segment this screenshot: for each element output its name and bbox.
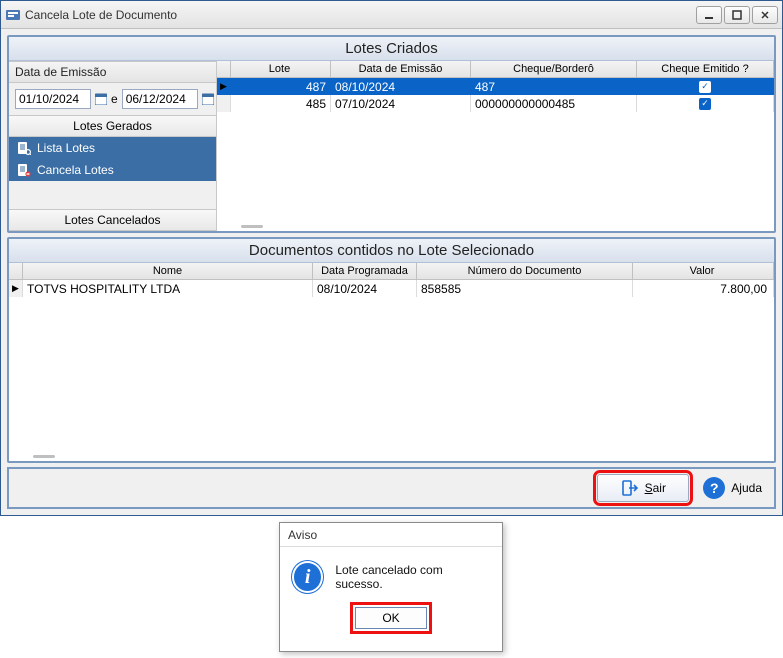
cell-numero: 858585 xyxy=(417,280,633,297)
cell-data: 08/10/2024 xyxy=(331,78,471,95)
exit-button[interactable]: Sair xyxy=(597,474,689,502)
date-range: e xyxy=(9,83,216,115)
exit-label: air xyxy=(653,481,666,495)
sidebar: Data de Emissão e Lotes Gerados xyxy=(9,61,217,231)
cell-lote: 487 xyxy=(231,78,331,95)
date-separator: e xyxy=(111,92,118,106)
main-window: Cancela Lote de Documento Lotes Criados … xyxy=(0,0,783,516)
dialog-title: Aviso xyxy=(280,523,502,547)
action-list-lotes[interactable]: Lista Lotes xyxy=(9,137,216,159)
cell-valor: 7.800,00 xyxy=(633,280,774,297)
date-from-input[interactable] xyxy=(15,89,91,109)
help-icon: ? xyxy=(703,477,725,499)
action-cancel-label: Cancela Lotes xyxy=(37,163,114,177)
lotes-grid-body[interactable]: 487 08/10/2024 487 ✓ 485 07/10/2024 0000… xyxy=(217,78,774,221)
close-button[interactable] xyxy=(752,6,778,24)
splitter-handle[interactable] xyxy=(9,451,774,461)
lotes-panel-title: Lotes Criados xyxy=(9,37,774,61)
cell-data-prog: 08/10/2024 xyxy=(313,280,417,297)
cell-lote: 485 xyxy=(231,95,331,112)
cell-nome: TOTVS HOSPITALITY LTDA xyxy=(23,280,313,297)
lotes-grid: Lote Data de Emissão Cheque/Borderô Cheq… xyxy=(217,61,774,231)
aviso-dialog: Aviso i Lote cancelado com sucesso. OK xyxy=(279,522,503,652)
documentos-panel: Documentos contidos no Lote Selecionado … xyxy=(7,237,776,463)
section-canceled[interactable]: Lotes Cancelados xyxy=(9,209,216,231)
calendar-icon[interactable] xyxy=(95,90,107,108)
col-numero[interactable]: Número do Documento xyxy=(417,263,633,279)
col-valor[interactable]: Valor xyxy=(633,263,774,279)
side-actions: Lista Lotes Cancela Lotes xyxy=(9,137,216,181)
table-row[interactable]: TOTVS HOSPITALITY LTDA 08/10/2024 858585… xyxy=(9,280,774,297)
calendar-icon[interactable] xyxy=(202,90,214,108)
cell-cheque: 000000000000485 xyxy=(471,95,637,112)
splitter-handle[interactable] xyxy=(217,221,774,231)
titlebar: Cancela Lote de Documento xyxy=(1,1,782,29)
check-icon: ✓ xyxy=(699,81,711,93)
cell-cheque: 487 xyxy=(471,78,637,95)
minimize-button[interactable] xyxy=(696,6,722,24)
table-row[interactable]: 485 07/10/2024 000000000000485 ✓ xyxy=(217,95,774,112)
check-icon: ✓ xyxy=(699,98,711,110)
client-area: Lotes Criados Data de Emissão e xyxy=(1,29,782,515)
col-nome[interactable]: Nome xyxy=(23,263,313,279)
lotes-grid-header: Lote Data de Emissão Cheque/Borderô Cheq… xyxy=(217,61,774,78)
cell-data: 07/10/2024 xyxy=(331,95,471,112)
list-icon xyxy=(17,141,31,155)
cell-emitido: ✓ xyxy=(637,78,774,95)
footer-bar: Sair ? Ajuda xyxy=(7,467,776,509)
col-emitido[interactable]: Cheque Emitido ? xyxy=(637,61,774,77)
cell-emitido: ✓ xyxy=(637,95,774,112)
maximize-button[interactable] xyxy=(724,6,750,24)
col-lote[interactable]: Lote xyxy=(231,61,331,77)
action-cancel-lotes[interactable]: Cancela Lotes xyxy=(9,159,216,181)
table-row[interactable]: 487 08/10/2024 487 ✓ xyxy=(217,78,774,95)
exit-icon xyxy=(621,479,639,497)
info-icon: i xyxy=(292,561,323,593)
ok-button[interactable]: OK xyxy=(355,607,427,629)
action-list-label: Lista Lotes xyxy=(37,141,95,155)
documentos-grid-body[interactable]: TOTVS HOSPITALITY LTDA 08/10/2024 858585… xyxy=(9,280,774,451)
date-to-input[interactable] xyxy=(122,89,198,109)
lotes-panel: Lotes Criados Data de Emissão e xyxy=(7,35,776,233)
window-title: Cancela Lote de Documento xyxy=(25,8,696,22)
help-button[interactable]: ? Ajuda xyxy=(703,477,762,499)
cancel-icon xyxy=(17,163,31,177)
col-data-prog[interactable]: Data Programada xyxy=(313,263,417,279)
date-group-label: Data de Emissão xyxy=(9,61,216,83)
col-cheque[interactable]: Cheque/Borderô xyxy=(471,61,637,77)
documentos-panel-title: Documentos contidos no Lote Selecionado xyxy=(9,239,774,263)
col-data[interactable]: Data de Emissão xyxy=(331,61,471,77)
documentos-grid-header: Nome Data Programada Número do Documento… xyxy=(9,263,774,280)
section-generated[interactable]: Lotes Gerados xyxy=(9,115,216,137)
dialog-message: Lote cancelado com sucesso. xyxy=(335,563,490,591)
help-label: Ajuda xyxy=(731,481,762,495)
app-icon xyxy=(5,7,21,23)
window-buttons xyxy=(696,6,778,24)
